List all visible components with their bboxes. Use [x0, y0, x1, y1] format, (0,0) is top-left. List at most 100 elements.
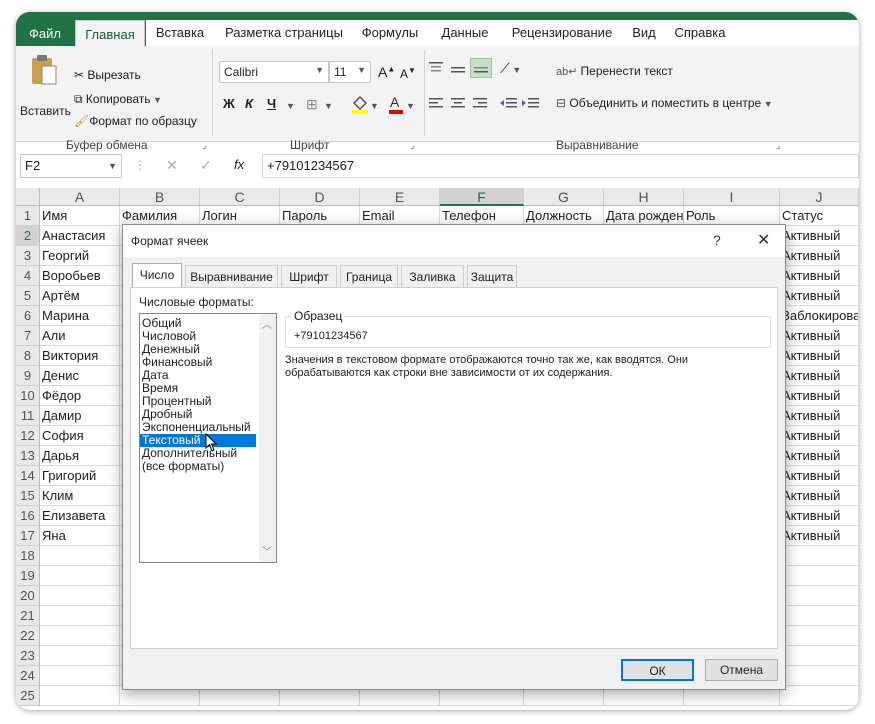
- decrease-indent-icon[interactable]: [500, 96, 518, 110]
- column-header[interactable]: B: [120, 188, 200, 206]
- row-header[interactable]: 19: [16, 566, 40, 586]
- column-header[interactable]: E: [360, 188, 440, 206]
- row-header[interactable]: 16: [16, 506, 40, 526]
- paste-icon[interactable]: [30, 54, 58, 86]
- cancel-button[interactable]: Отмена: [705, 659, 778, 681]
- table-cell[interactable]: Яна: [40, 526, 120, 546]
- tab-data[interactable]: Данные: [434, 20, 496, 46]
- table-cell[interactable]: [40, 566, 120, 586]
- column-header[interactable]: H: [604, 188, 684, 206]
- ok-button[interactable]: ОК: [621, 659, 694, 681]
- align-right-icon[interactable]: [472, 96, 488, 110]
- row-header[interactable]: 15: [16, 486, 40, 506]
- table-cell[interactable]: Воробьев: [40, 266, 120, 286]
- dialog-launcher-icon[interactable]: ⌟: [202, 140, 206, 151]
- table-cell[interactable]: Дамир: [40, 406, 120, 426]
- row-header[interactable]: 6: [16, 306, 40, 326]
- column-header[interactable]: D: [280, 188, 360, 206]
- scroll-up-icon[interactable]: ︿: [262, 316, 272, 331]
- column-header[interactable]: A: [40, 188, 120, 206]
- chevron-down-icon[interactable]: ▼: [370, 101, 379, 111]
- row-header[interactable]: 9: [16, 366, 40, 386]
- tab-review[interactable]: Рецензирование: [505, 20, 619, 46]
- row-header[interactable]: 1: [16, 206, 40, 226]
- tab-formulas[interactable]: Формулы: [354, 20, 426, 46]
- align-top-icon[interactable]: [428, 60, 444, 74]
- increase-indent-icon[interactable]: [522, 96, 540, 110]
- row-header[interactable]: 2: [16, 226, 40, 246]
- wrap-text-button[interactable]: ab↵ Перенести текст: [556, 64, 673, 78]
- table-cell[interactable]: Активный: [780, 286, 859, 306]
- underline-button[interactable]: Ч: [267, 96, 276, 111]
- select-all-corner[interactable]: [16, 188, 40, 206]
- dialog-launcher-icon[interactable]: ⌟: [410, 140, 414, 151]
- tab-file[interactable]: Файл: [16, 12, 74, 46]
- help-button[interactable]: ?: [713, 232, 721, 248]
- table-cell[interactable]: [40, 666, 120, 686]
- table-cell[interactable]: Фёдор: [40, 386, 120, 406]
- table-cell[interactable]: [40, 586, 120, 606]
- table-cell[interactable]: Фамилия: [120, 206, 200, 226]
- table-cell[interactable]: [780, 666, 859, 686]
- row-header[interactable]: 22: [16, 626, 40, 646]
- italic-button[interactable]: К: [245, 96, 253, 111]
- row-header[interactable]: 4: [16, 266, 40, 286]
- table-cell[interactable]: Должность: [524, 206, 604, 226]
- cut-button[interactable]: ✂ Вырезать: [74, 68, 141, 82]
- chevron-down-icon[interactable]: ▼: [286, 101, 295, 111]
- table-cell[interactable]: Роль: [684, 206, 780, 226]
- tab-home-label[interactable]: Главная: [75, 20, 145, 47]
- table-cell[interactable]: [780, 606, 859, 626]
- align-bottom-icon[interactable]: [470, 58, 492, 78]
- formula-input[interactable]: +79101234567: [262, 154, 859, 178]
- chevron-down-icon[interactable]: ▼: [406, 101, 415, 111]
- table-cell[interactable]: [780, 566, 859, 586]
- font-color-icon[interactable]: A: [388, 94, 404, 114]
- table-cell[interactable]: [40, 626, 120, 646]
- row-header[interactable]: 3: [16, 246, 40, 266]
- row-header[interactable]: 8: [16, 346, 40, 366]
- table-cell[interactable]: Елизавета: [40, 506, 120, 526]
- table-cell[interactable]: Пароль: [280, 206, 360, 226]
- font-size-select[interactable]: 11 ▼: [329, 61, 371, 83]
- scroll-down-icon[interactable]: ﹀: [262, 543, 272, 558]
- row-header[interactable]: 14: [16, 466, 40, 486]
- table-cell[interactable]: Активный: [780, 326, 859, 346]
- table-cell[interactable]: Активный: [780, 246, 859, 266]
- row-header[interactable]: 18: [16, 546, 40, 566]
- row-header[interactable]: 13: [16, 446, 40, 466]
- table-cell[interactable]: [780, 646, 859, 666]
- borders-icon[interactable]: ⊞: [306, 96, 318, 113]
- table-cell[interactable]: [780, 546, 859, 566]
- column-header[interactable]: C: [200, 188, 280, 206]
- row-header[interactable]: 24: [16, 666, 40, 686]
- format-painter-button[interactable]: 🖌Формат по образцу: [74, 114, 197, 128]
- table-cell[interactable]: Виктория: [40, 346, 120, 366]
- format-list-item[interactable]: (все форматы): [142, 460, 224, 473]
- align-center-icon[interactable]: [450, 96, 466, 110]
- table-cell[interactable]: [780, 686, 859, 706]
- scrollbar[interactable]: ︿ ﹀: [259, 314, 276, 562]
- row-header[interactable]: 17: [16, 526, 40, 546]
- column-header[interactable]: F: [440, 188, 524, 206]
- table-cell[interactable]: [40, 606, 120, 626]
- close-icon[interactable]: ✕: [757, 230, 770, 250]
- table-cell[interactable]: Анастасия: [40, 226, 120, 246]
- table-cell[interactable]: Активный: [780, 506, 859, 526]
- table-cell[interactable]: [40, 646, 120, 666]
- table-cell[interactable]: Заблокирован: [780, 306, 859, 326]
- table-cell[interactable]: Денис: [40, 366, 120, 386]
- table-cell[interactable]: Активный: [780, 426, 859, 446]
- table-cell[interactable]: Активный: [780, 466, 859, 486]
- table-cell[interactable]: Активный: [780, 386, 859, 406]
- paste-button[interactable]: Вставить: [20, 104, 71, 118]
- copy-button[interactable]: ⧉ Копировать ▼: [74, 92, 162, 107]
- decrease-font-button[interactable]: A▼: [400, 66, 416, 81]
- table-cell[interactable]: Email: [360, 206, 440, 226]
- table-cell[interactable]: София: [40, 426, 120, 446]
- table-cell[interactable]: Активный: [780, 486, 859, 506]
- merge-center-button[interactable]: ⊟ Объединить и поместить в центре ▼: [556, 96, 773, 110]
- table-cell[interactable]: Телефон: [440, 206, 524, 226]
- table-cell[interactable]: Артём: [40, 286, 120, 306]
- row-header[interactable]: 23: [16, 646, 40, 666]
